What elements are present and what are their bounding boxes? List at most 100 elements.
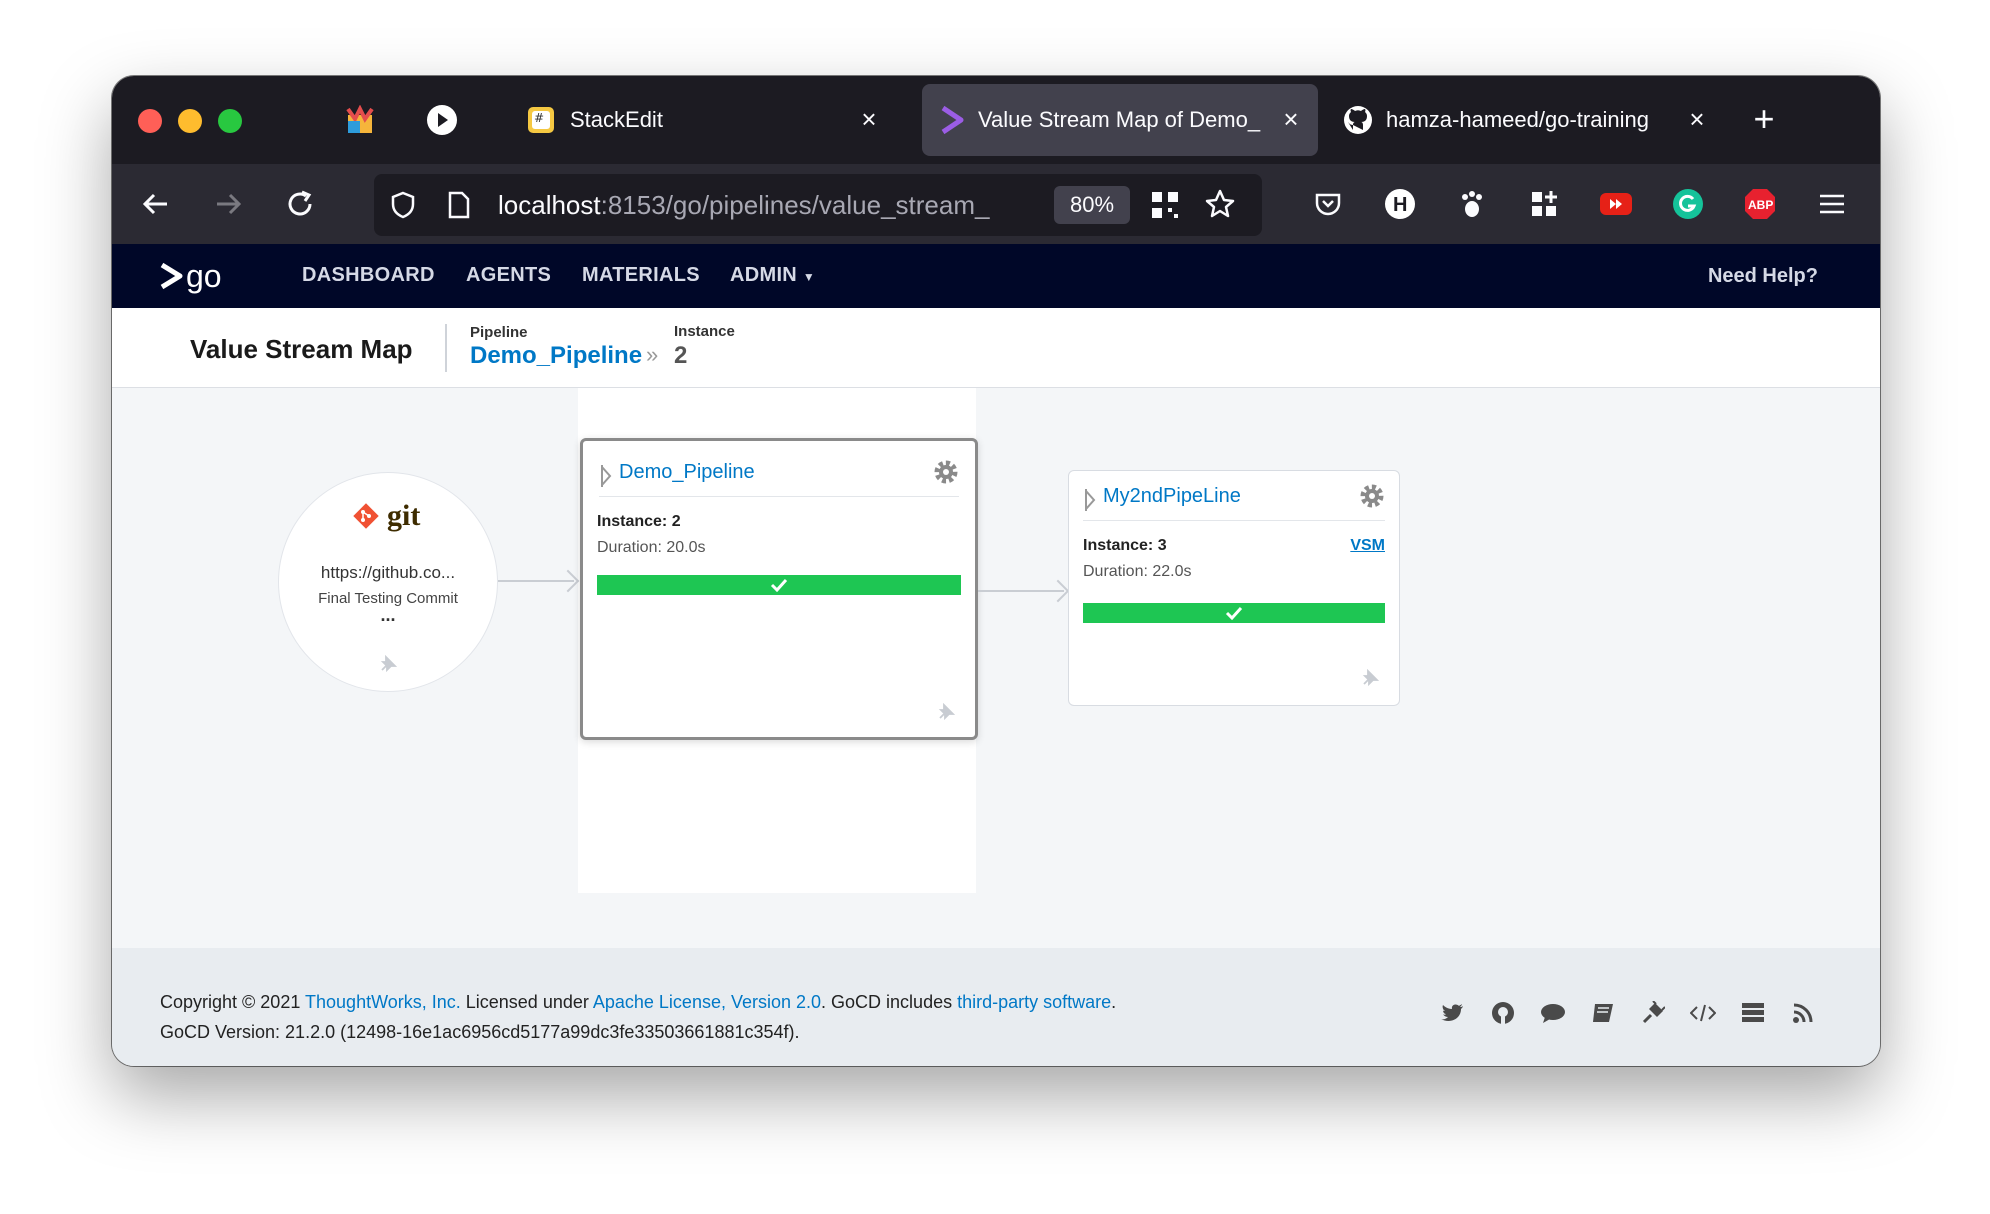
rss-icon[interactable]	[1790, 1000, 1816, 1026]
pipeline-duration: Duration: 20.0s	[597, 539, 706, 556]
github-icon[interactable]	[1490, 1000, 1516, 1026]
pipeline-name-link[interactable]: Demo_Pipeline	[619, 461, 755, 484]
pipeline-instance: Instance: 2	[597, 513, 681, 530]
menu-button[interactable]	[1812, 184, 1852, 224]
zoom-level[interactable]: 80%	[1054, 186, 1130, 224]
pipeline-name-link[interactable]: My2ndPipeLine	[1103, 485, 1241, 508]
nav-agents[interactable]: AGENTS	[466, 264, 551, 287]
tab-github[interactable]: hamza-hameed/go-training ×	[1332, 84, 1724, 156]
code-icon[interactable]	[1690, 1000, 1716, 1026]
gocd-logo-icon	[160, 262, 183, 290]
server-icon[interactable]	[1740, 1000, 1766, 1026]
forward-button[interactable]	[208, 184, 248, 224]
git-type-label: git	[387, 499, 421, 532]
pin-icon[interactable]	[1361, 669, 1379, 687]
nav-admin[interactable]: ADMIN ▼	[730, 264, 815, 287]
stage-status-bar[interactable]	[1083, 603, 1385, 623]
pipeline-link[interactable]: Demo_Pipeline	[470, 342, 642, 370]
youtube-icon	[1600, 193, 1632, 215]
check-icon	[770, 578, 788, 592]
git-logo: git	[351, 499, 420, 533]
stage-status-bar[interactable]	[597, 575, 961, 595]
tab-value-stream-map[interactable]: Value Stream Map of Demo_ ×	[922, 84, 1318, 156]
thoughtworks-link[interactable]: ThoughtWorks, Inc.	[305, 992, 461, 1012]
nav-dashboard[interactable]: DASHBOARD	[302, 264, 435, 287]
pin-icon[interactable]	[937, 703, 955, 721]
page-footer: Copyright © 2021 ThoughtWorks, Inc. Lice…	[112, 948, 1880, 1066]
pipeline-card-downstream[interactable]: My2ndPipeLine Instance: 3 VSM Duration: …	[1068, 470, 1400, 706]
pipeline-card-current[interactable]: Demo_Pipeline Instance: 2 Duration: 20.0…	[580, 438, 978, 740]
plugin-icon[interactable]	[1640, 1000, 1666, 1026]
page-icon	[448, 191, 470, 219]
documentation-icon[interactable]	[1590, 1000, 1616, 1026]
material-more[interactable]: ...	[279, 605, 497, 626]
pocket-button[interactable]	[1308, 184, 1348, 224]
git-material-node[interactable]: git https://github.co... Final Testing C…	[278, 472, 498, 692]
arrow-right-icon	[1046, 579, 1070, 603]
pipeline-icon	[1085, 489, 1096, 511]
gear-icon[interactable]	[933, 459, 959, 485]
grammarly-icon	[1673, 189, 1703, 219]
extensions-button[interactable]	[1524, 184, 1564, 224]
grammarly-extension[interactable]	[1668, 184, 1708, 224]
svg-text:#: #	[534, 111, 544, 125]
chevron-right-icon: »	[646, 342, 659, 367]
url-text[interactable]: localhost:8153/go/pipelines/value_stream…	[498, 190, 1038, 221]
tab-title: hamza-hameed/go-training	[1386, 107, 1649, 132]
pipeline-card-header: Demo_Pipeline	[599, 457, 959, 497]
close-tab-icon[interactable]: ×	[1278, 106, 1304, 132]
vsm-link[interactable]: VSM	[1350, 537, 1385, 555]
gocd-play-icon	[427, 105, 457, 135]
gocd-logo[interactable]: go	[158, 258, 222, 294]
qr-code-icon[interactable]	[1150, 190, 1180, 220]
pinned-tab-gocd[interactable]	[424, 102, 460, 138]
tab-stackedit[interactable]: # StackEdit ×	[512, 84, 896, 156]
adblock-plus-extension[interactable]: ABP	[1740, 184, 1780, 224]
pocket-icon	[1315, 193, 1341, 216]
reload-button[interactable]	[280, 184, 320, 224]
url-bar[interactable]: localhost:8153/go/pipelines/value_stream…	[374, 174, 1262, 236]
arrow-right-icon	[217, 193, 242, 215]
license-link[interactable]: Apache License, Version 2.0	[593, 992, 821, 1012]
need-help-link[interactable]: Need Help?	[1708, 265, 1818, 288]
back-button[interactable]	[136, 184, 176, 224]
third-party-link[interactable]: third-party software	[957, 992, 1111, 1012]
extensions-grid-icon	[1532, 191, 1557, 216]
arrow-left-icon	[142, 193, 167, 215]
stackedit-icon: #	[528, 107, 554, 133]
close-tab-icon[interactable]: ×	[1684, 106, 1710, 132]
svg-text:H: H	[1393, 194, 1407, 216]
instance-value: 2	[674, 342, 688, 369]
material-url: https://github.co...	[320, 563, 456, 582]
pinned-tab-miro[interactable]	[342, 102, 378, 138]
gear-icon[interactable]	[1359, 483, 1385, 509]
shield-icon[interactable]	[388, 190, 418, 220]
close-window-button[interactable]	[138, 109, 162, 133]
gocd-navbar: go DASHBOARD AGENTS MATERIALS ADMIN ▼ Ne…	[112, 244, 1880, 308]
divider	[445, 324, 447, 372]
bookmark-star-icon[interactable]	[1204, 188, 1236, 220]
close-tab-icon[interactable]: ×	[856, 106, 882, 132]
footer-social-links	[1440, 1000, 1816, 1026]
logo-text: go	[186, 257, 222, 294]
vsm-canvas: git https://github.co... Final Testing C…	[112, 388, 1880, 948]
page-title: Value Stream Map	[190, 334, 413, 364]
chat-icon[interactable]	[1540, 1000, 1566, 1026]
minimize-window-button[interactable]	[178, 109, 202, 133]
youtube-extension[interactable]	[1596, 184, 1636, 224]
hamburger-menu-icon	[1820, 194, 1844, 214]
h-extension-icon: H	[1385, 189, 1415, 219]
github-icon	[1344, 106, 1372, 134]
browser-toolbar: localhost:8153/go/pipelines/value_stream…	[112, 164, 1880, 244]
tab-title: Value Stream Map of Demo_	[978, 107, 1261, 132]
gnome-extension[interactable]	[1452, 184, 1492, 224]
honey-extension[interactable]: H	[1380, 184, 1420, 224]
new-tab-button[interactable]: +	[1744, 100, 1784, 140]
nav-materials[interactable]: MATERIALS	[582, 264, 700, 287]
screen: # StackEdit × Value Stream Map of Demo_ …	[0, 0, 1990, 1214]
pipeline-instance: Instance: 3	[1083, 537, 1167, 554]
maximize-window-button[interactable]	[218, 109, 242, 133]
reload-icon	[288, 190, 312, 216]
twitter-icon[interactable]	[1440, 1000, 1466, 1026]
pin-icon[interactable]	[379, 655, 397, 673]
